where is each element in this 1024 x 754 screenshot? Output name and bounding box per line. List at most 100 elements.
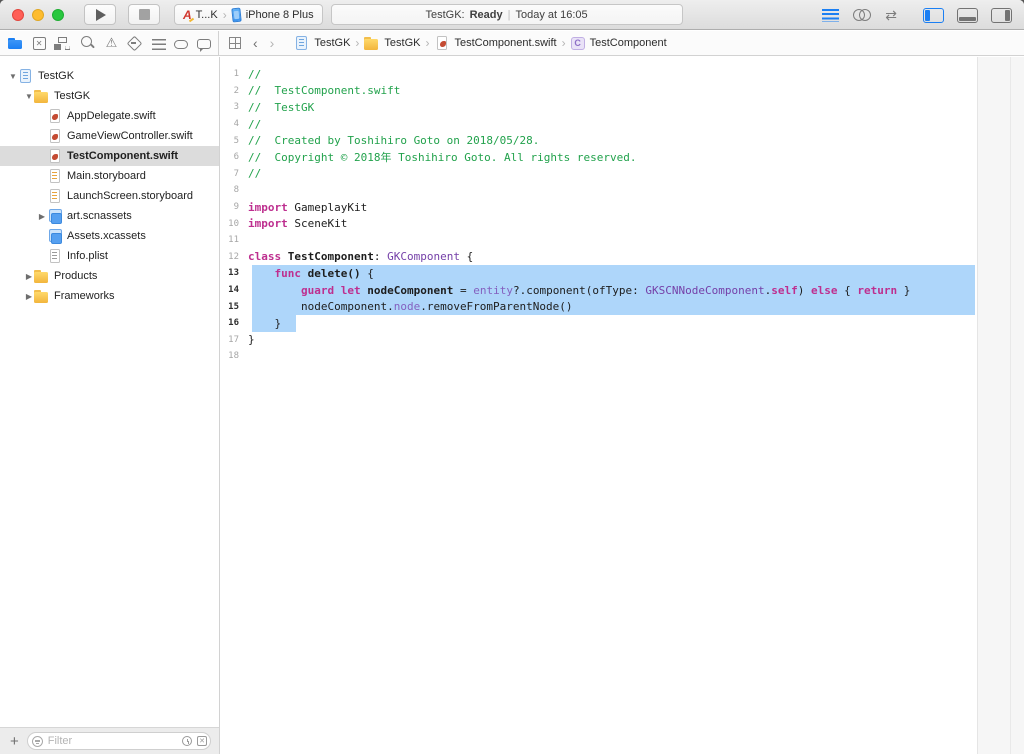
code-line-4[interactable]: 4// <box>220 116 1024 133</box>
related-items-icon[interactable] <box>229 37 241 49</box>
breadcrumb: TestGK › TestGK › TestComponent.swift › C TestC… <box>294 36 667 50</box>
line-number[interactable]: 4 <box>220 119 248 129</box>
symbol-navigator-icon[interactable] <box>54 35 71 51</box>
sidebar-item-launchscreen-storyboard[interactable]: LaunchScreen.storyboard <box>0 186 219 206</box>
breadcrumb-item[interactable]: TestComponent.swift <box>435 36 557 50</box>
breadcrumb-item[interactable]: TestGK <box>364 36 421 50</box>
breadcrumb-item[interactable]: C TestComponent <box>570 36 667 50</box>
sidebar-item-appdelegate-swift[interactable]: AppDelegate.swift <box>0 106 219 126</box>
line-number[interactable]: 11 <box>220 235 248 245</box>
code-text: } <box>248 333 255 347</box>
breakpoint-navigator-icon[interactable] <box>174 40 189 49</box>
editor-scrollbar[interactable] <box>977 57 1024 754</box>
sidebar-item-testgk[interactable]: ▼ TestGK <box>0 66 219 86</box>
report-navigator-icon[interactable] <box>196 39 211 52</box>
sidebar-item-info-plist[interactable]: Info.plist <box>0 246 219 266</box>
code-line-17[interactable]: 17} <box>220 332 1024 349</box>
disclosure-triangle-icon[interactable]: ▶ <box>24 272 34 281</box>
stop-button[interactable] <box>128 4 160 25</box>
line-number[interactable]: 3 <box>220 102 248 112</box>
debug-area-toggle-button[interactable] <box>957 7 978 23</box>
line-number[interactable]: 7 <box>220 169 248 179</box>
find-navigator-icon[interactable] <box>80 35 97 51</box>
line-number[interactable]: 12 <box>220 252 248 262</box>
filter-field[interactable]: ✕ <box>26 732 211 750</box>
navigator-toggle-button[interactable] <box>923 7 944 23</box>
code-line-3[interactable]: 3// TestGK <box>220 99 1024 116</box>
line-number[interactable]: 17 <box>220 335 248 345</box>
code-text: func delete() { <box>274 266 374 280</box>
sidebar-item-testgk[interactable]: ▼ TestGK <box>0 86 219 106</box>
sidebar-item-frameworks[interactable]: ▶ Frameworks <box>0 286 219 306</box>
file-name: Info.plist <box>67 250 108 262</box>
sidebar-item-products[interactable]: ▶ Products <box>0 266 219 286</box>
breadcrumb-item[interactable]: TestGK <box>294 36 350 50</box>
code-line-18[interactable]: 18 <box>220 348 1024 365</box>
version-editor-button[interactable]: ⇄ <box>885 8 897 22</box>
sidebar-item-testcomponent-swift[interactable]: TestComponent.swift <box>0 146 219 166</box>
code-line-11[interactable]: 11 <box>220 232 1024 249</box>
run-button[interactable] <box>84 4 116 25</box>
assistant-editor-button[interactable] <box>853 8 872 22</box>
clock-icon[interactable] <box>182 736 192 746</box>
scheme-selector[interactable]: A T...K › iPhone 8 Plus <box>174 4 323 25</box>
back-button[interactable]: ‹ <box>253 36 258 50</box>
code-line-14[interactable]: 14 guard let nodeComponent = entity?.com… <box>220 281 1024 299</box>
utilities-toggle-button[interactable] <box>991 7 1012 23</box>
test-navigator-icon[interactable] <box>126 35 143 51</box>
scheme-name[interactable]: T...K <box>196 9 218 21</box>
disclosure-triangle-icon[interactable]: ▶ <box>37 212 47 221</box>
line-number[interactable]: 13 <box>220 268 248 278</box>
forward-button[interactable]: › <box>270 36 275 50</box>
line-number[interactable]: 15 <box>220 302 248 312</box>
line-number[interactable]: 8 <box>220 185 248 195</box>
run-destination[interactable]: iPhone 8 Plus <box>246 9 314 21</box>
minimize-button[interactable] <box>32 8 44 21</box>
line-number[interactable]: 14 <box>220 285 248 295</box>
line-number[interactable]: 6 <box>220 152 248 162</box>
filter-input[interactable] <box>47 735 178 747</box>
code-line-9[interactable]: 9 import GameplayKit <box>220 199 1024 216</box>
close-button[interactable] <box>12 8 24 21</box>
chevron-right-icon: › <box>355 36 360 50</box>
debug-navigator-icon[interactable] <box>151 38 166 50</box>
add-button[interactable]: + <box>10 734 19 749</box>
standard-editor-button[interactable] <box>822 8 840 22</box>
line-number[interactable]: 18 <box>220 351 248 361</box>
zoom-button[interactable] <box>52 8 64 21</box>
sidebar-item-art-scnassets[interactable]: ▶ art.scnassets <box>0 206 219 226</box>
source-editor[interactable]: 1//2// TestComponent.swift 3// TestGK 4//5… <box>220 57 1024 754</box>
line-number[interactable]: 1 <box>220 69 248 79</box>
line-number[interactable]: 5 <box>220 136 248 146</box>
line-number[interactable]: 16 <box>220 318 248 328</box>
code-line-16[interactable]: 16 } <box>220 314 1024 332</box>
code-text: } <box>248 316 282 330</box>
code-line-12[interactable]: 12 class TestComponent: GKComponent { <box>220 249 1024 266</box>
code-line-8[interactable]: 8 <box>220 182 1024 199</box>
disclosure-triangle-icon[interactable]: ▶ <box>24 292 34 301</box>
code-line-2[interactable]: 2// TestComponent.swift <box>220 83 1024 100</box>
source-control-navigator-icon[interactable] <box>32 37 46 50</box>
code-line-6[interactable]: 6// Copyright © 2018年 Toshihiro Goto. Al… <box>220 149 1024 166</box>
code-line-15[interactable]: 15 nodeComponent.node.removeFromParentNo… <box>220 298 1024 315</box>
disclosure-triangle-icon[interactable]: ▼ <box>24 92 34 101</box>
sidebar-item-gameviewcontroller-swift[interactable]: GameViewController.swift <box>0 126 219 146</box>
project-icon <box>294 36 309 50</box>
disclosure-triangle-icon[interactable]: ▼ <box>8 72 18 81</box>
code-line-13[interactable]: 13 func delete() { <box>220 265 1024 282</box>
project-navigator-icon[interactable] <box>7 35 24 51</box>
sidebar-item-main-storyboard[interactable]: Main.storyboard <box>0 166 219 186</box>
issue-navigator-icon[interactable]: ⚠ <box>106 35 118 51</box>
scm-filter-icon[interactable]: ✕ <box>197 736 207 746</box>
line-number[interactable]: 2 <box>220 86 248 96</box>
xcode-window: A T...K › iPhone 8 Plus TestGK: Ready | … <box>0 0 1024 754</box>
code-line-5[interactable]: 5// Created by Toshihiro Goto on 2018/05… <box>220 132 1024 149</box>
line-number[interactable]: 10 <box>220 219 248 229</box>
status-state: Ready <box>469 8 503 21</box>
line-number[interactable]: 9 <box>220 202 248 212</box>
sidebar-item-assets-xcassets[interactable]: Assets.xcassets <box>0 226 219 246</box>
assets-icon <box>47 209 62 224</box>
code-line-10[interactable]: 10 import SceneKit <box>220 215 1024 232</box>
code-line-7[interactable]: 7// <box>220 166 1024 183</box>
code-line-1[interactable]: 1// <box>220 66 1024 83</box>
